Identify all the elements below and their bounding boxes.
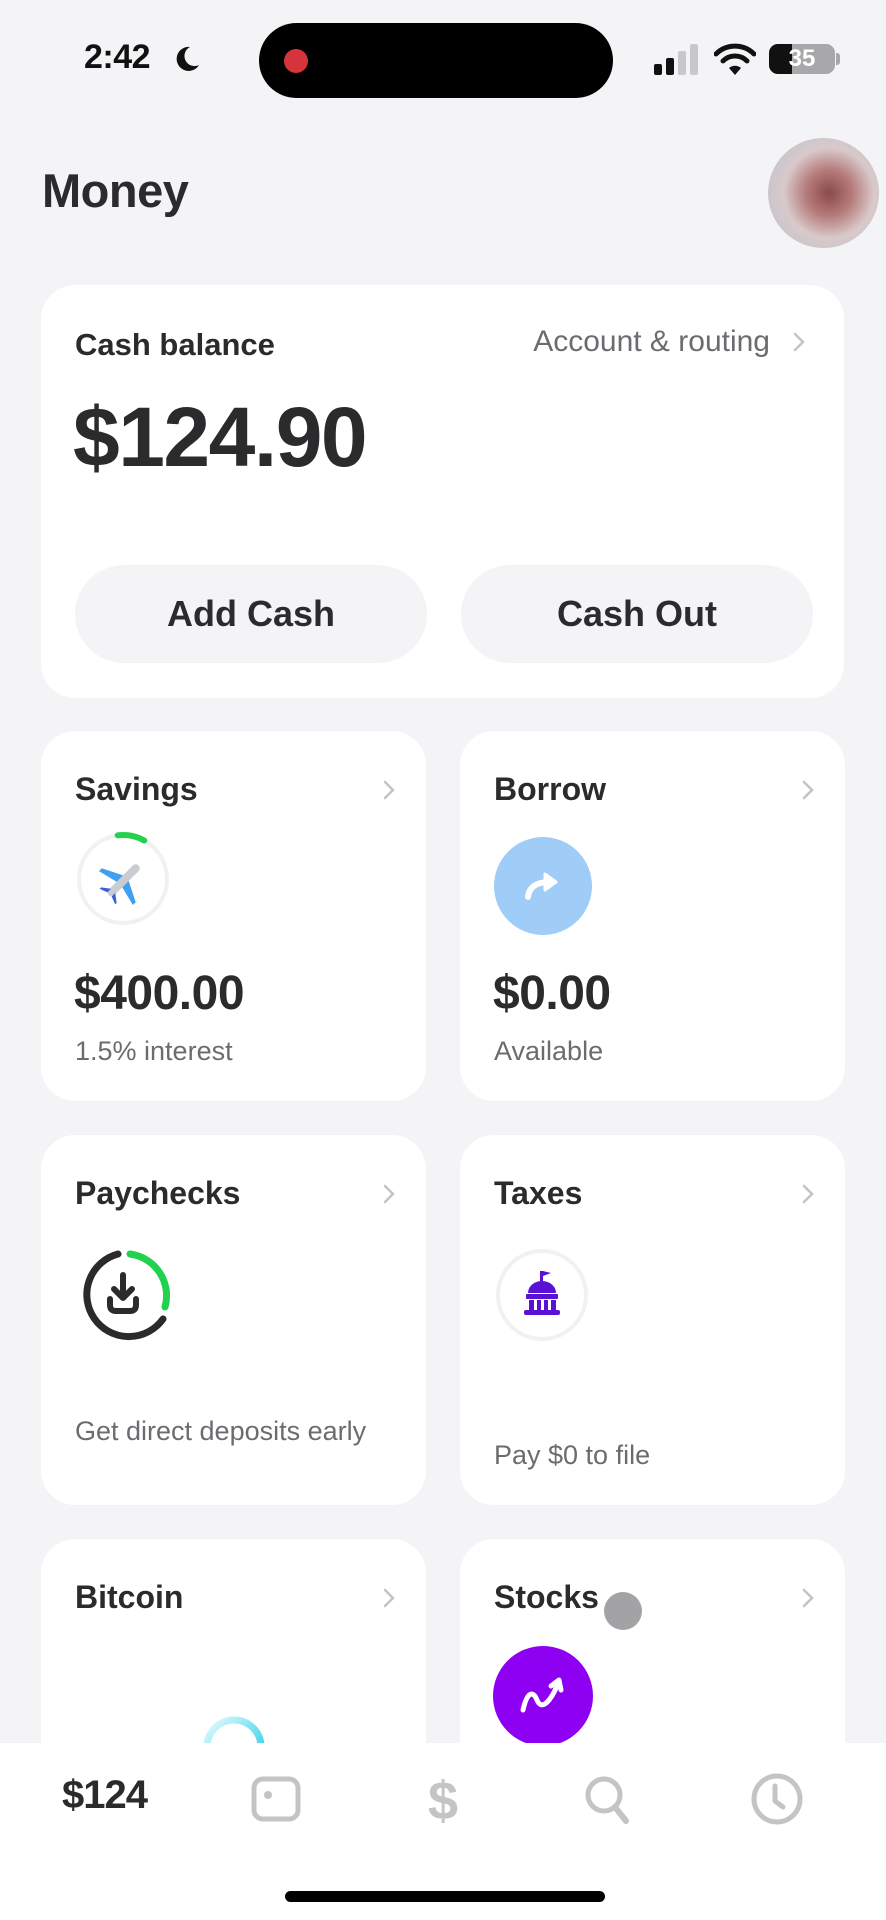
bitcoin-title: Bitcoin (75, 1579, 184, 1615)
savings-interest: 1.5% interest (75, 1036, 233, 1066)
tab-money[interactable]: $124 (62, 1773, 148, 1818)
paychecks-tile[interactable]: Paychecks Get direct deposits early (41, 1135, 426, 1505)
account-routing-label: Account & routing (533, 325, 770, 358)
battery-percent: 35 (788, 45, 816, 72)
taxes-title: Taxes (494, 1175, 583, 1211)
share-arrow-icon (525, 872, 558, 900)
stocks-title: Stocks (494, 1579, 599, 1615)
taxes-icon-ring (496, 1249, 588, 1341)
stocks-icon-circle (493, 1646, 593, 1746)
download-tray-icon (107, 1272, 139, 1314)
borrow-available: Available (494, 1036, 604, 1066)
chevron-right-icon (802, 1184, 814, 1204)
trend-up-arrow-icon (520, 1677, 564, 1713)
cellular-signal-icon (654, 44, 698, 75)
savings-title: Savings (75, 771, 198, 807)
chevron-right-icon (802, 780, 814, 800)
savings-amount: $400.00 (74, 967, 245, 1020)
search-tab-icon[interactable] (580, 1771, 636, 1827)
borrow-tile[interactable]: Borrow $0.00 Available (460, 731, 845, 1101)
battery-icon: 35 (769, 44, 835, 74)
borrow-icon-circle (494, 837, 592, 935)
cash-balance-amount: $124.90 (73, 390, 368, 484)
chevron-right-icon (383, 1588, 395, 1608)
status-time: 2:42 (84, 38, 151, 76)
chevron-right-icon (793, 332, 805, 352)
borrow-amount: $0.00 (493, 967, 611, 1020)
touch-indicator (604, 1592, 642, 1630)
cash-out-button[interactable]: Cash Out (461, 565, 813, 663)
home-indicator[interactable] (285, 1891, 605, 1902)
add-cash-button[interactable]: Add Cash (75, 565, 427, 663)
page-title: Money (42, 164, 189, 217)
paychecks-title: Paychecks (75, 1175, 241, 1211)
moon-icon (176, 46, 199, 71)
taxes-subtitle: Pay $0 to file (494, 1440, 651, 1470)
savings-goal-ring (77, 832, 169, 925)
activity-clock-tab-icon[interactable] (749, 1771, 805, 1827)
dynamic-island (259, 23, 613, 98)
cash-balance-card: Cash balance Account & routing $124.90 A… (41, 285, 844, 698)
battery-tip (836, 53, 840, 65)
profile-avatar[interactable] (768, 138, 879, 248)
recording-indicator-icon (284, 49, 308, 73)
borrow-title: Borrow (494, 771, 606, 807)
chevron-right-icon (802, 1588, 814, 1608)
chevron-right-icon (383, 780, 395, 800)
wifi-icon (714, 43, 756, 75)
chevron-right-icon (383, 1184, 395, 1204)
card-tab-icon[interactable] (248, 1771, 304, 1827)
taxes-tile[interactable]: Taxes Pay $0 to file (460, 1135, 845, 1505)
paychecks-subtitle: Get direct deposits early (75, 1416, 367, 1446)
tab-bar: $124 $ (0, 1743, 886, 1920)
savings-tile[interactable]: Savings $400.00 1.5% interest (41, 731, 426, 1101)
account-routing-link[interactable]: Account & routing (533, 325, 806, 359)
dollar-pay-tab-icon[interactable]: $ (415, 1771, 471, 1827)
cash-balance-label: Cash balance (75, 327, 275, 362)
svg-text:$: $ (428, 1771, 458, 1827)
paychecks-ring (83, 1250, 171, 1341)
